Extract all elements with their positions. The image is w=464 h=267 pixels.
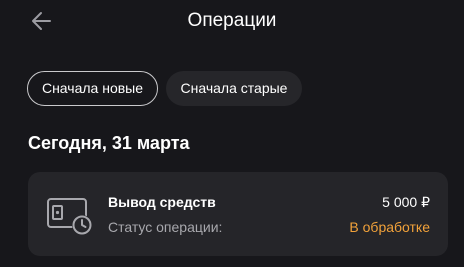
operation-amount: 5 000 ₽ xyxy=(382,194,430,210)
operation-card[interactable]: Вывод средств Статус операции: 5 000 ₽ В… xyxy=(28,172,448,256)
sort-newest-chip[interactable]: Сначала новые xyxy=(27,71,158,106)
page-title: Операции xyxy=(187,10,277,31)
date-group-heading: Сегодня, 31 марта xyxy=(28,133,190,153)
operation-status-label: Статус операции: xyxy=(108,219,223,235)
operation-title: Вывод средств xyxy=(108,194,216,210)
wallet-withdraw-clock-icon xyxy=(46,193,96,237)
sort-oldest-chip[interactable]: Сначала старые xyxy=(166,71,302,106)
operation-status-badge: В обработке xyxy=(349,219,430,235)
